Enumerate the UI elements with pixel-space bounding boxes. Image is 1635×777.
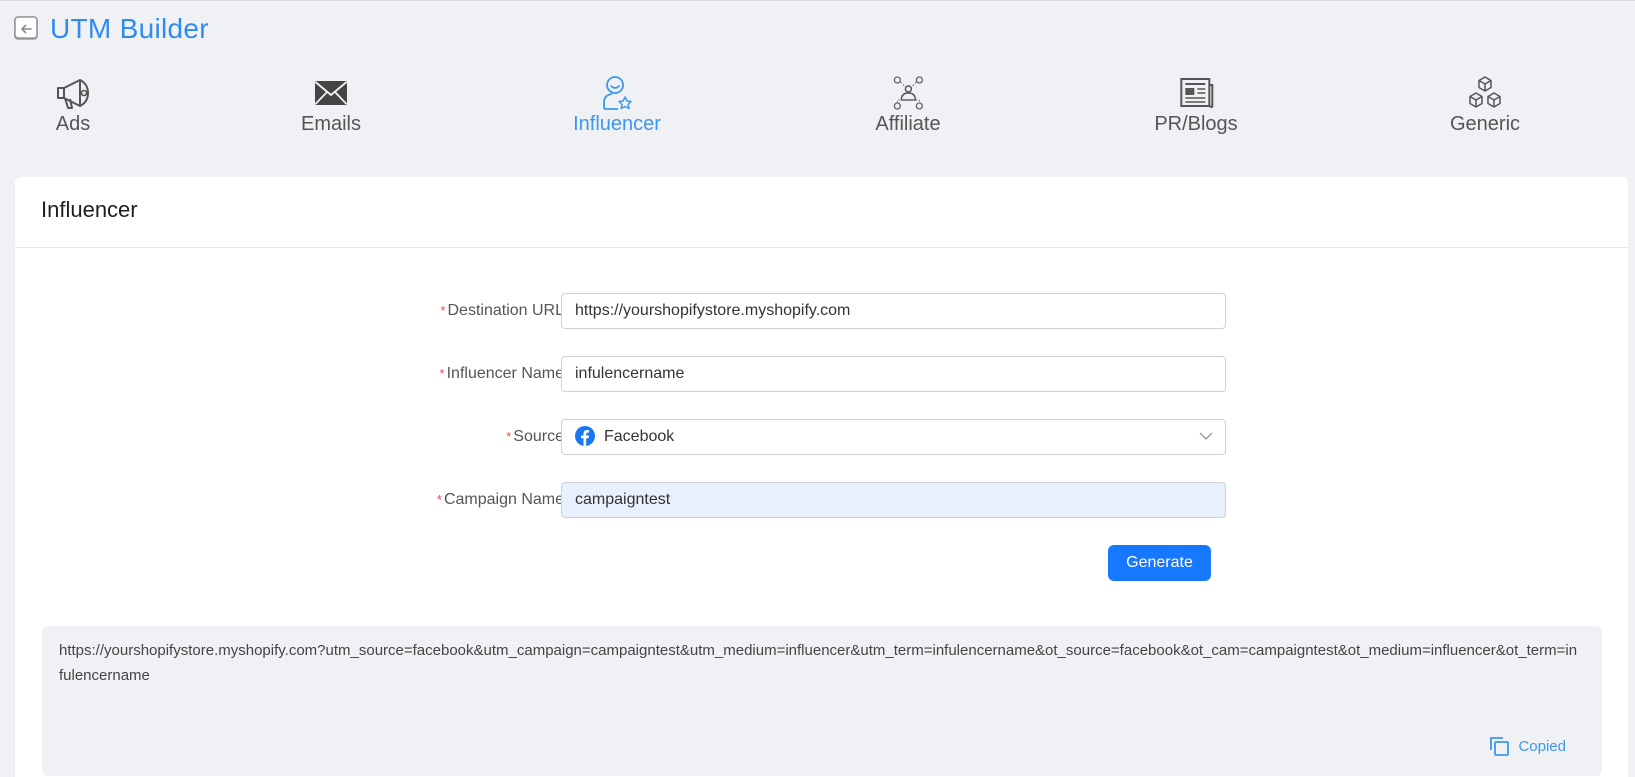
- affiliate-network-icon: [893, 76, 923, 110]
- copy-button[interactable]: Copied: [1488, 735, 1566, 757]
- generated-url-panel: https://yourshopifystore.myshopify.com?u…: [42, 626, 1602, 776]
- label-text: Source: [513, 428, 564, 445]
- copy-status-label: Copied: [1518, 737, 1566, 755]
- label-text: Influencer Name: [446, 365, 564, 382]
- label-text: Campaign Name: [443, 491, 564, 508]
- form-row-campaign-name: * Campaign Name: [15, 482, 1628, 518]
- tab-pr-blogs[interactable]: PR/Blogs: [1154, 75, 1238, 136]
- facebook-icon: [575, 426, 595, 446]
- campaign-name-label: * Campaign Name: [437, 482, 564, 518]
- tab-label: Ads: [55, 113, 91, 135]
- source-label: * Source: [506, 419, 564, 455]
- tab-label: Generic: [1449, 113, 1521, 135]
- divider: [15, 247, 1628, 248]
- source-select[interactable]: Facebook: [561, 419, 1226, 455]
- tab-influencer[interactable]: Influencer: [573, 75, 661, 136]
- tab-generic[interactable]: Generic: [1450, 75, 1520, 136]
- required-marker: *: [439, 366, 445, 381]
- app-title: UTM Builder: [50, 13, 209, 44]
- influencer-icon: [603, 76, 632, 110]
- destination-url-label: * Destination URL: [440, 293, 564, 329]
- required-marker: *: [436, 492, 442, 507]
- campaign-name-input[interactable]: [561, 482, 1226, 518]
- generated-url-text: https://yourshopifystore.myshopify.com?u…: [59, 642, 1578, 684]
- tab-label: Emails: [300, 113, 362, 135]
- tab-ads[interactable]: Ads: [54, 75, 92, 136]
- back-arrow-icon[interactable]: [14, 16, 40, 42]
- source-select-value: Facebook: [604, 428, 675, 445]
- form-row-destination-url: * Destination URL: [15, 293, 1628, 329]
- envelope-icon: [314, 81, 348, 105]
- tab-label: PR/Blogs: [1154, 113, 1238, 135]
- label-text: Destination URL: [447, 302, 565, 319]
- page-header: UTM Builder: [14, 13, 209, 45]
- chevron-down-icon: [1199, 432, 1213, 440]
- generate-button[interactable]: Generate: [1108, 545, 1211, 581]
- megaphone-icon: [57, 79, 90, 109]
- category-tabs: Ads Emails Influencer Affiliate PR/Blogs…: [0, 75, 1635, 145]
- influencer-name-label: * Influencer Name: [440, 356, 564, 392]
- tab-label: Affiliate: [875, 113, 941, 135]
- card-title: Influencer: [41, 197, 138, 222]
- form-row-source: * Source Facebook: [15, 419, 1628, 455]
- destination-url-input[interactable]: [561, 293, 1226, 329]
- tab-emails[interactable]: Emails: [301, 75, 361, 136]
- cubes-icon: [1469, 76, 1501, 108]
- copy-icon: [1490, 737, 1510, 756]
- influencer-name-input[interactable]: [561, 356, 1226, 392]
- required-marker: *: [506, 429, 512, 444]
- tab-affiliate[interactable]: Affiliate: [875, 75, 941, 136]
- form-row-influencer-name: * Influencer Name: [15, 356, 1628, 392]
- required-marker: *: [440, 303, 446, 318]
- tab-label: Influencer: [573, 113, 661, 135]
- utm-builder-page: UTM Builder Ads Emails Influencer Affili…: [0, 0, 1635, 777]
- newspaper-icon: [1180, 78, 1213, 108]
